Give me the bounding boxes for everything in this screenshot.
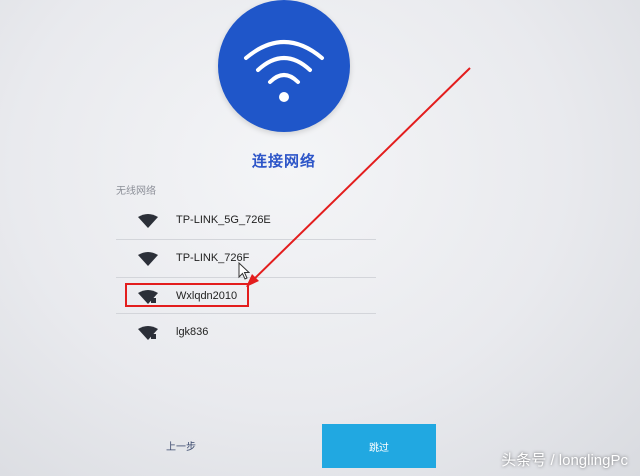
wifi-signal-icon [138, 251, 158, 266]
wifi-signal-icon [138, 213, 158, 228]
watermark: 头条号 / longlingPc [501, 452, 628, 469]
back-button[interactable]: 上一步 [166, 438, 196, 453]
page-title: 连接网络 [251, 152, 316, 170]
wifi-hero-circle [218, 0, 350, 132]
annotation-highlight-box [125, 283, 249, 307]
skip-button[interactable]: 跳过 [322, 424, 436, 468]
mouse-cursor-icon [238, 262, 250, 280]
network-ssid: TP-LINK_5G_726E [176, 214, 271, 226]
network-item-lgk836[interactable]: lgk836 [114, 314, 372, 350]
wifi-icon [244, 40, 324, 102]
wireless-section-label: 无线网络 [116, 186, 156, 197]
network-item-tp-link-5g[interactable]: TP-LINK_5G_726E [114, 202, 372, 238]
network-ssid: lgk836 [176, 326, 209, 338]
wifi-signal-icon [138, 325, 158, 340]
